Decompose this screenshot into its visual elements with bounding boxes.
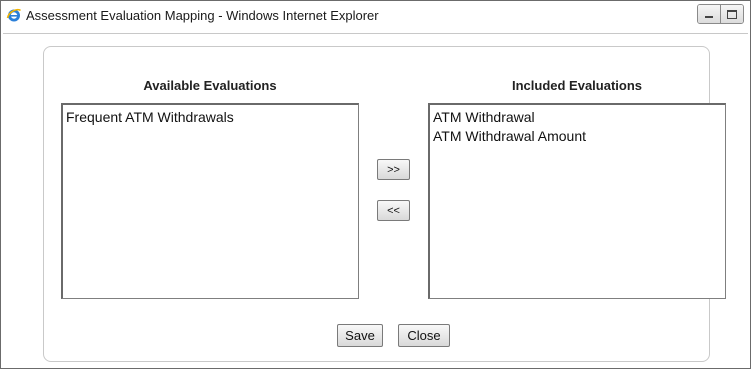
browser-popup-window: Assessment Evaluation Mapping - Windows … xyxy=(0,0,751,369)
list-item[interactable]: Frequent ATM Withdrawals xyxy=(66,108,355,127)
available-evaluations-list[interactable]: Frequent ATM Withdrawals xyxy=(61,103,359,299)
ie-icon xyxy=(6,7,22,23)
minimize-icon xyxy=(705,16,713,18)
page-content: Available Evaluations Included Evaluatio… xyxy=(3,33,748,367)
list-item[interactable]: ATM Withdrawal xyxy=(433,108,722,127)
window-title: Assessment Evaluation Mapping - Windows … xyxy=(26,8,379,23)
included-evaluations-heading: Included Evaluations xyxy=(511,78,643,93)
save-button[interactable]: Save xyxy=(337,324,383,347)
title-bar[interactable]: Assessment Evaluation Mapping - Windows … xyxy=(1,1,750,31)
included-evaluations-list[interactable]: ATM Withdrawal ATM Withdrawal Amount xyxy=(428,103,726,299)
available-evaluations-heading: Available Evaluations xyxy=(143,78,277,93)
maximize-button[interactable] xyxy=(720,5,743,23)
minimize-button[interactable] xyxy=(698,5,720,23)
window-controls xyxy=(697,4,744,24)
maximize-icon xyxy=(727,9,737,19)
list-item[interactable]: ATM Withdrawal Amount xyxy=(433,127,722,146)
add-evaluation-button[interactable]: >> xyxy=(377,159,410,180)
close-button[interactable]: Close xyxy=(398,324,450,347)
evaluation-mapping-panel: Available Evaluations Included Evaluatio… xyxy=(43,46,726,362)
remove-evaluation-button[interactable]: << xyxy=(377,200,410,221)
